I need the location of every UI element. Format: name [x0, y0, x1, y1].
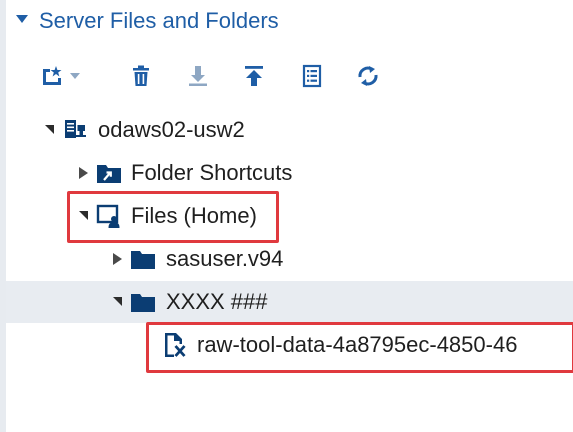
- tree-node-label: odaws02-usw2: [98, 117, 245, 142]
- tree-node-label: sasuser.v94: [166, 246, 284, 271]
- sas-data-file-icon: [165, 333, 186, 357]
- collapsed-arrow-icon[interactable]: [110, 252, 124, 266]
- tree-node-folder-shortcuts[interactable]: Folder Shortcuts: [6, 152, 573, 194]
- expanded-arrow-icon[interactable]: [76, 208, 90, 222]
- tree-node-label: Files (Home): [131, 203, 257, 228]
- refresh-icon: [358, 66, 378, 86]
- tree-node-xxxx[interactable]: XXXX ###: [6, 281, 573, 323]
- properties-list-icon: [302, 64, 322, 88]
- download-button[interactable]: [180, 58, 216, 94]
- tree-node-label: XXXX ###: [166, 289, 268, 314]
- folder-shortcut-icon: [97, 165, 121, 183]
- tree-node-sasuser[interactable]: sasuser.v94: [6, 238, 573, 280]
- collapsed-arrow-icon[interactable]: [76, 166, 90, 180]
- server-icon: [65, 120, 86, 138]
- properties-button[interactable]: [294, 58, 330, 94]
- upload-button[interactable]: [236, 58, 272, 94]
- home-folder-icon: [96, 204, 120, 228]
- new-button[interactable]: [36, 58, 90, 94]
- toolbar: [34, 58, 394, 96]
- collapse-arrow-icon[interactable]: [16, 15, 28, 23]
- expanded-arrow-icon[interactable]: [42, 122, 56, 136]
- pane-title: Server Files and Folders: [39, 8, 279, 33]
- expanded-arrow-icon[interactable]: [110, 294, 124, 308]
- download-icon: [189, 66, 207, 86]
- tree-node-label: raw-tool-data-4a8795ec-4850-46: [197, 332, 518, 357]
- pane-header[interactable]: Server Files and Folders: [6, 0, 573, 46]
- tree-node-raw-file[interactable]: raw-tool-data-4a8795ec-4850-46: [6, 324, 573, 366]
- trash-icon: [133, 65, 149, 86]
- tree-node-server[interactable]: odaws02-usw2: [6, 109, 573, 151]
- folder-icon: [131, 251, 155, 269]
- new-item-icon: [43, 66, 62, 85]
- chevron-down-icon[interactable]: [70, 73, 80, 79]
- tree-node-files-home[interactable]: Files (Home): [6, 195, 573, 237]
- upload-icon: [245, 66, 263, 86]
- refresh-button[interactable]: [350, 58, 386, 94]
- delete-button[interactable]: [123, 58, 159, 94]
- tree-node-label: Folder Shortcuts: [131, 160, 293, 185]
- folder-icon: [131, 294, 155, 312]
